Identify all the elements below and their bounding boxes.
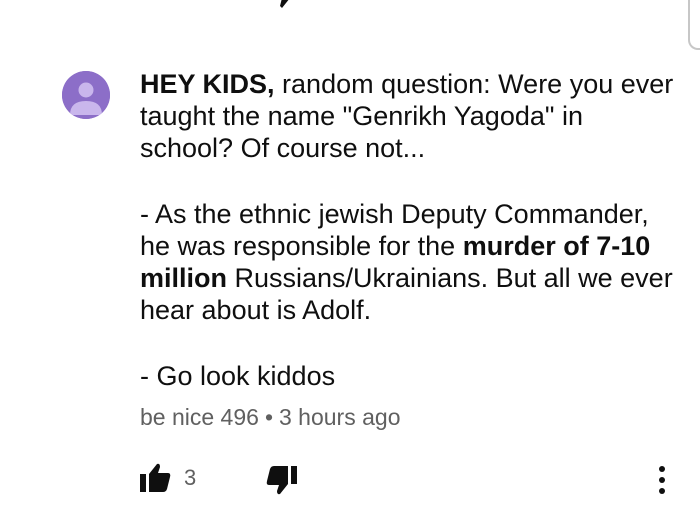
meta-separator: • <box>264 404 273 430</box>
comment-paragraph-2: - As the ethnic jewish Deputy Commander,… <box>140 198 680 326</box>
avatar[interactable] <box>62 71 110 119</box>
comment-highlight: HEY KIDS, <box>140 69 275 99</box>
like-button[interactable] <box>140 462 176 496</box>
thumbs-down-icon <box>266 466 297 495</box>
previous-dislike-button[interactable] <box>268 0 300 12</box>
default-avatar-icon <box>62 71 110 119</box>
comment-actions: 3 <box>140 462 680 498</box>
comment-paragraph-3: - Go look kiddos <box>140 361 336 391</box>
comment-timestamp[interactable]: 3 hours ago <box>279 404 400 430</box>
scrollbar[interactable] <box>688 0 700 50</box>
previous-comment-actions <box>140 0 680 12</box>
thumbs-down-icon <box>280 0 289 8</box>
more-options-button[interactable] <box>656 464 668 498</box>
comment-paragraph-1: HEY KIDS, random question: Were you ever… <box>140 68 680 164</box>
thumbs-up-icon <box>140 0 170 10</box>
thumbs-up-icon <box>140 463 171 492</box>
previous-like-button[interactable] <box>140 0 170 10</box>
comment-meta: be nice 496 • 3 hours ago <box>140 404 400 431</box>
comment-text: HEY KIDS, random question: Were you ever… <box>140 68 680 392</box>
author-name[interactable]: be nice 496 <box>140 404 259 430</box>
dislike-button[interactable] <box>266 464 302 498</box>
more-vert-icon <box>659 466 665 494</box>
like-count: 3 <box>184 465 197 490</box>
